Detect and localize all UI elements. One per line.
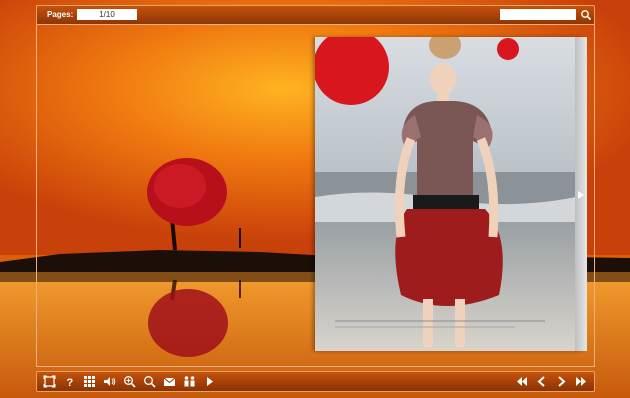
flip-next-arrow-icon[interactable] (577, 187, 585, 199)
right-page[interactable] (315, 37, 585, 351)
pages-label: Pages: (47, 10, 74, 19)
sound-icon[interactable] (103, 375, 116, 388)
page-number-field[interactable]: 1/10 (77, 9, 137, 20)
top-toolbar: Pages: 1/10 (36, 5, 595, 25)
help-icon[interactable]: ? (63, 375, 76, 388)
fashion-photo (315, 37, 585, 351)
search-icon[interactable] (143, 375, 156, 388)
search-input[interactable] (500, 9, 576, 20)
svg-text:?: ? (67, 377, 74, 388)
search-icon[interactable] (580, 8, 592, 21)
left-page[interactable] (37, 26, 315, 365)
zoom-in-icon[interactable] (123, 375, 136, 388)
last-page-icon[interactable] (575, 375, 588, 388)
share-icon[interactable] (183, 375, 196, 388)
first-page-icon[interactable] (515, 375, 528, 388)
bottom-toolbar: ? (36, 371, 595, 392)
fit-window-icon[interactable] (43, 375, 56, 388)
previous-page-icon[interactable] (535, 375, 548, 388)
email-icon[interactable] (163, 375, 176, 388)
autoplay-icon[interactable] (203, 375, 216, 388)
thumbnails-icon[interactable] (83, 375, 96, 388)
next-page-icon[interactable] (555, 375, 568, 388)
